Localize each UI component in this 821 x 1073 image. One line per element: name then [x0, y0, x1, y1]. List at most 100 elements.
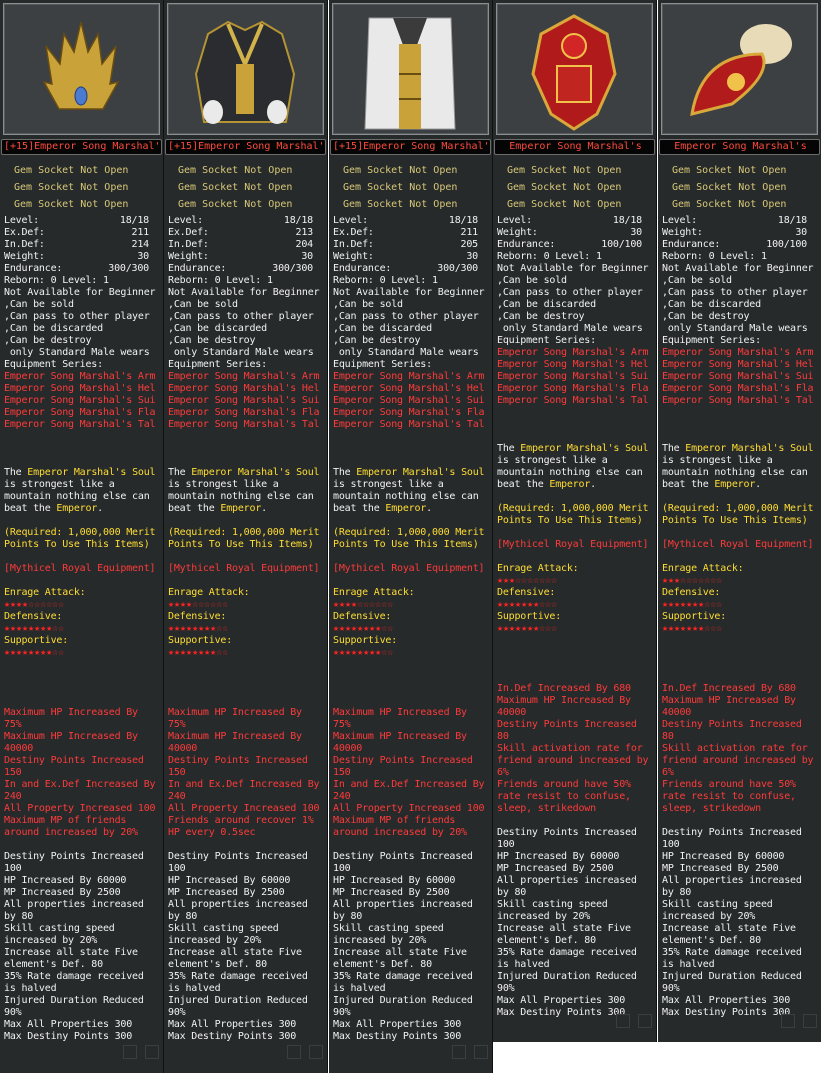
gem-socket-status: Gem Socket Not Open: [14, 182, 129, 193]
desc-highlight: Emperor: [56, 503, 98, 514]
gem-socket-status: Gem Socket Not Open: [343, 165, 458, 176]
item-permission: ,Can be destroy: [497, 311, 585, 322]
equipment-series-item: Emperor Song Marshal's Arm: [333, 371, 485, 382]
bonus-attribute: HP every 0.5sec: [168, 827, 256, 838]
set-bonus-line: Max All Properties 300: [4, 1019, 133, 1030]
stat-value: 30: [795, 227, 807, 238]
set-bonus-line: All properties increased: [4, 899, 144, 910]
set-bonus-line: All properties increased: [333, 899, 473, 910]
stat-row: Endurance: 100/100: [662, 239, 821, 251]
stat-row: In.Def: 204: [168, 239, 327, 251]
defensive-label: Defensive:: [168, 611, 227, 622]
item-permission: ,Can pass to other player: [662, 287, 808, 298]
equipment-series-item: Emperor Song Marshal's Arm: [168, 371, 320, 382]
bonus-attribute: 6%: [497, 767, 509, 778]
set-bonus-line: Increase all state Five: [4, 947, 138, 958]
stat-label: Level:: [497, 215, 532, 226]
stat-label: Level:: [168, 215, 203, 226]
supportive-stars: ★★★★★★★☆☆☆: [662, 623, 723, 634]
bonus-attribute: All Property Increased 100: [168, 803, 320, 814]
item-details: Level: 18/18 Ex.Def: 213 In.Def: 204 Weight: 30…: [168, 215, 327, 1043]
bonus-attribute: Maximum HP Increased By: [4, 707, 138, 718]
stat-row: In.Def: 214: [4, 239, 163, 251]
set-bonus-line: is halved: [4, 983, 57, 994]
stat-row: Endurance: 300/300: [4, 263, 163, 275]
set-bonus-line: Max Destiny Points 300: [497, 1007, 626, 1018]
stat-row: Endurance: 100/100: [497, 239, 656, 251]
set-bonus-line: 35% Rate damage received: [662, 947, 802, 958]
bonus-attribute: Friends around have 50%: [497, 779, 631, 790]
set-bonus-line: Skill casting speed: [662, 899, 773, 910]
equipment-series-label: Equipment Series:: [497, 335, 596, 346]
set-bonus-line: by 80: [497, 887, 527, 898]
equipment-grade: [Mythicel Royal Equipment]: [662, 539, 814, 550]
bonus-attribute: In.Def Increased By 680: [497, 683, 631, 694]
enrage-attack-stars: ★★★☆☆☆☆☆☆☆: [497, 575, 558, 586]
stat-value: 100/100: [766, 239, 807, 250]
stat-row: Weight: 30: [4, 251, 163, 263]
bonus-attribute: sleep, strikedown: [662, 803, 761, 814]
defensive-label: Defensive:: [662, 587, 721, 598]
defensive-label: Defensive:: [333, 611, 392, 622]
item-permission: only Standard Male wears: [497, 323, 643, 334]
set-bonus-line: element's Def. 80: [333, 959, 432, 970]
desc-text: The: [168, 467, 192, 478]
bonus-attribute: 40000: [497, 707, 527, 718]
merit-requirement: Points To Use This Items): [4, 539, 150, 550]
defensive-label: Defensive:: [4, 611, 63, 622]
stat-label: Level:: [333, 215, 368, 226]
bonus-attribute: Destiny Points Increased: [662, 719, 802, 730]
equipment-series-item: Emperor Song Marshal's Tal: [662, 395, 814, 406]
equipment-series-item: Emperor Song Marshal's Fla: [497, 383, 649, 394]
bonus-attribute: Destiny Points Increased: [168, 755, 308, 766]
set-bonus-line: Destiny Points Increased: [168, 851, 308, 862]
merit-requirement: Points To Use This Items): [168, 539, 314, 550]
bonus-attribute: friend around increased by: [497, 755, 649, 766]
set-bonus-line: element's Def. 80: [168, 959, 267, 970]
set-bonus-line: Increase all state Five: [333, 947, 467, 958]
item-title-bar: [+15]Emperor Song Marshal's: [165, 139, 326, 155]
item-permission: ,Can be destroy: [333, 335, 421, 346]
stat-row: Ex.Def: 213: [168, 227, 327, 239]
bonus-attribute: 40000: [168, 743, 198, 754]
bonus-attribute: All Property Increased 100: [4, 803, 156, 814]
stat-value: 211: [131, 227, 150, 238]
merit-requirement: Points To Use This Items): [333, 539, 479, 550]
gem-socket-status: Gem Socket Not Open: [672, 182, 787, 193]
supportive-stars: ★★★★★★★★☆☆: [4, 647, 65, 658]
stat-label: Weight:: [662, 227, 703, 238]
stat-row: Endurance: 300/300: [333, 263, 492, 275]
equipment-series-label: Equipment Series:: [333, 359, 432, 370]
set-bonus-line: 100: [662, 839, 680, 850]
item-details: Level: 18/18 Ex.Def: 211 In.Def: 205 Weight: 30…: [333, 215, 492, 1043]
equipment-series-item: Emperor Song Marshal's Fla: [333, 407, 485, 418]
stat-value: 30: [630, 227, 642, 238]
item-title: Emperor Song Marshal's: [509, 141, 642, 152]
desc-text: The: [333, 467, 357, 478]
bonus-attribute: 40000: [4, 743, 34, 754]
enrage-attack-label: Enrage Attack:: [333, 587, 415, 598]
desc-text: The: [4, 467, 28, 478]
merit-requirement: (Required: 1,000,000 Merit: [662, 503, 814, 514]
desc-text: The: [662, 443, 686, 454]
panel-corner-slot: [287, 1045, 301, 1059]
bonus-attribute: Friends around have 50%: [662, 779, 796, 790]
item-details: Level: 18/18 Ex.Def: 211 In.Def: 214 Weight: 30…: [4, 215, 163, 1043]
defensive-stars: ★★★★★★★☆☆☆: [662, 599, 723, 610]
reborn-level: Reborn: 0 Level: 1: [662, 251, 767, 262]
set-bonus-line: is halved: [662, 959, 715, 970]
item-permission: ,Can be discarded: [4, 323, 103, 334]
set-bonus-line: 100: [333, 863, 351, 874]
reborn-level: Reborn: 0 Level: 1: [168, 275, 273, 286]
set-bonus-line: Destiny Points Increased: [662, 827, 802, 838]
set-bonus-line: Destiny Points Increased: [333, 851, 473, 862]
